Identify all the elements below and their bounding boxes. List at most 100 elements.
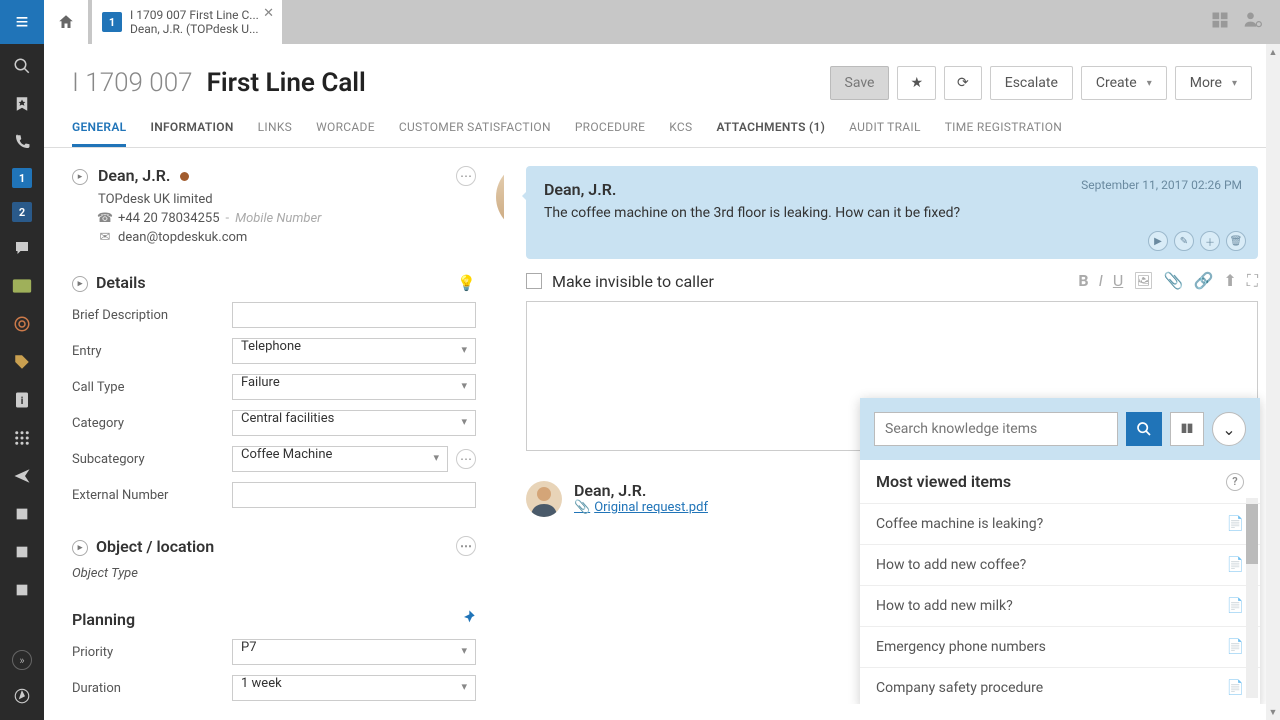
caller-phone: +44 20 78034255 (118, 211, 220, 226)
knowledge-item[interactable]: How to add new coffee?📄 (860, 544, 1260, 585)
message-bubble: Dean, J.R. September 11, 2017 02:26 PM T… (526, 166, 1258, 259)
insert-icon[interactable]: 📄 (1227, 639, 1244, 655)
knowledge-book-icon[interactable] (1170, 412, 1204, 446)
bookmark-star-icon[interactable] (10, 92, 34, 116)
planning-heading: Planning (72, 610, 135, 629)
hamburger-menu[interactable]: ≡ (0, 0, 44, 44)
tab-worcade[interactable]: WORCADE (316, 110, 375, 147)
arrow-out-icon-2[interactable] (10, 540, 34, 564)
italic-icon[interactable]: I (1099, 271, 1103, 291)
scroll-up-icon[interactable]: ▲ (1266, 44, 1280, 60)
subcategory-select[interactable]: Coffee Machine (232, 446, 448, 472)
main-scrollbar[interactable]: ▲ ▼ (1266, 44, 1280, 720)
underline-icon[interactable]: U (1113, 271, 1123, 291)
brief-desc-input[interactable] (232, 302, 476, 328)
knowledge-panel: ⌄ Most viewed items ? Coffee machine is … (860, 398, 1260, 704)
record-id: I 1709 007 (72, 68, 193, 98)
subcategory-more-icon[interactable]: ⋯ (456, 449, 476, 469)
search-icon[interactable] (10, 54, 34, 78)
tab-close-icon[interactable]: ✕ (263, 6, 274, 21)
tab-audit-trail[interactable]: AUDIT TRAIL (849, 110, 921, 147)
knowledge-scrollbar[interactable] (1246, 498, 1258, 698)
send-icon[interactable] (10, 464, 34, 488)
tab-customer-satisfaction[interactable]: CUSTOMER SATISFACTION (399, 110, 551, 147)
paperclip-icon: 📎 (574, 500, 590, 515)
caller-expand-icon[interactable]: ▸ (72, 169, 88, 185)
rail-badge-2[interactable]: 2 (12, 202, 32, 222)
entry-select[interactable]: Telephone (232, 338, 476, 364)
link-icon[interactable]: 🔗 (1193, 271, 1213, 291)
image-icon[interactable]: 🖼 (1133, 271, 1153, 291)
open-tab[interactable]: 1 I 1709 007 First Line C... Dean, J.R. … (92, 0, 282, 44)
call-icon[interactable] (10, 130, 34, 154)
planning-pin-icon[interactable] (460, 609, 476, 629)
knowledge-search-input[interactable] (874, 412, 1118, 446)
caller-more-icon[interactable]: ⋯ (456, 166, 476, 186)
priority-select[interactable]: P7 (232, 639, 476, 665)
msg-edit-icon[interactable]: ✎ (1174, 231, 1194, 251)
attachment-link[interactable]: 📎 Original request.pdf (574, 500, 708, 515)
object-more-icon[interactable]: ⋯ (456, 536, 476, 556)
attach-icon[interactable]: 📎 (1164, 271, 1184, 291)
insert-icon[interactable]: 📄 (1227, 680, 1244, 696)
knowledge-item[interactable]: Coffee machine is leaking?📄 (860, 503, 1260, 544)
escalate-button[interactable]: Escalate (990, 66, 1073, 100)
duration-select[interactable]: 1 week (232, 675, 476, 701)
grid-icon[interactable] (10, 426, 34, 450)
message-date: September 11, 2017 02:26 PM (1081, 178, 1242, 192)
msg-add-icon[interactable]: ＋ (1200, 231, 1220, 251)
target-icon[interactable] (10, 312, 34, 336)
chat-icon[interactable] (10, 236, 34, 260)
bulb-icon[interactable]: 💡 (457, 274, 476, 292)
expand-rail-icon[interactable]: » (12, 650, 32, 670)
refresh-button[interactable]: ⟳ (944, 66, 982, 100)
tab-kcs[interactable]: KCS (669, 110, 692, 147)
insert-icon[interactable]: 📄 (1227, 516, 1244, 532)
more-button[interactable]: More (1175, 66, 1252, 100)
caller-name: Dean, J.R. (98, 166, 170, 185)
id-card-icon[interactable] (10, 274, 34, 298)
msg-delete-icon[interactable]: 🗑 (1226, 231, 1246, 251)
tab-attachments[interactable]: ATTACHMENTS (1) (716, 110, 825, 147)
user-settings-icon[interactable] (1242, 10, 1264, 34)
tab-procedure[interactable]: PROCEDURE (575, 110, 645, 147)
insert-icon[interactable]: 📄 (1227, 598, 1244, 614)
knowledge-search-button[interactable] (1126, 412, 1162, 446)
tag-icon[interactable] (10, 350, 34, 374)
rail-badge-1[interactable]: 1 (12, 168, 32, 188)
compass-icon[interactable] (10, 684, 34, 708)
arrow-out-icon-3[interactable] (10, 578, 34, 602)
knowledge-heading: Most viewed items (876, 472, 1011, 491)
insert-icon[interactable]: 📄 (1227, 557, 1244, 573)
dashboard-icon[interactable] (1210, 10, 1230, 34)
info-icon[interactable]: i (10, 388, 34, 412)
category-select[interactable]: Central facilities (232, 410, 476, 436)
knowledge-help-icon[interactable]: ? (1226, 473, 1244, 491)
knowledge-item[interactable]: How to add new milk?📄 (860, 585, 1260, 626)
knowledge-list: Coffee machine is leaking?📄 How to add n… (860, 503, 1260, 704)
msg-play-icon[interactable]: ▶ (1148, 231, 1168, 251)
arrow-out-icon[interactable] (10, 502, 34, 526)
home-button[interactable] (44, 0, 88, 44)
knowledge-item[interactable]: Company safety procedure📄 (860, 667, 1260, 704)
tab-information[interactable]: INFORMATION (150, 110, 233, 147)
tab-time-registration[interactable]: TIME REGISTRATION (945, 110, 1062, 147)
create-button[interactable]: Create (1081, 66, 1167, 100)
invisible-checkbox[interactable] (526, 273, 542, 289)
email-icon: ✉ (98, 231, 112, 245)
tab-links[interactable]: LINKS (258, 110, 292, 147)
tab-general[interactable]: GENERAL (72, 110, 126, 147)
object-expand-icon[interactable]: ▸ (72, 540, 88, 556)
knowledge-item[interactable]: Emergency phone numbers📄 (860, 626, 1260, 667)
save-button[interactable]: Save (830, 66, 890, 100)
call-type-select[interactable]: Failure (232, 374, 476, 400)
details-expand-icon[interactable]: ▸ (72, 276, 88, 292)
bold-icon[interactable]: B (1078, 271, 1088, 291)
scroll-down-icon[interactable]: ▼ (1266, 704, 1280, 720)
knowledge-collapse-icon[interactable]: ⌄ (1212, 412, 1246, 446)
external-input[interactable] (232, 482, 476, 508)
favorite-button[interactable]: ★ (897, 66, 936, 100)
tab-title-line2: Dean, J.R. (TOPdesk U... (130, 22, 259, 36)
upload-icon[interactable]: ⬆ (1223, 271, 1236, 291)
expand-icon[interactable]: ⛶ (1247, 271, 1258, 291)
